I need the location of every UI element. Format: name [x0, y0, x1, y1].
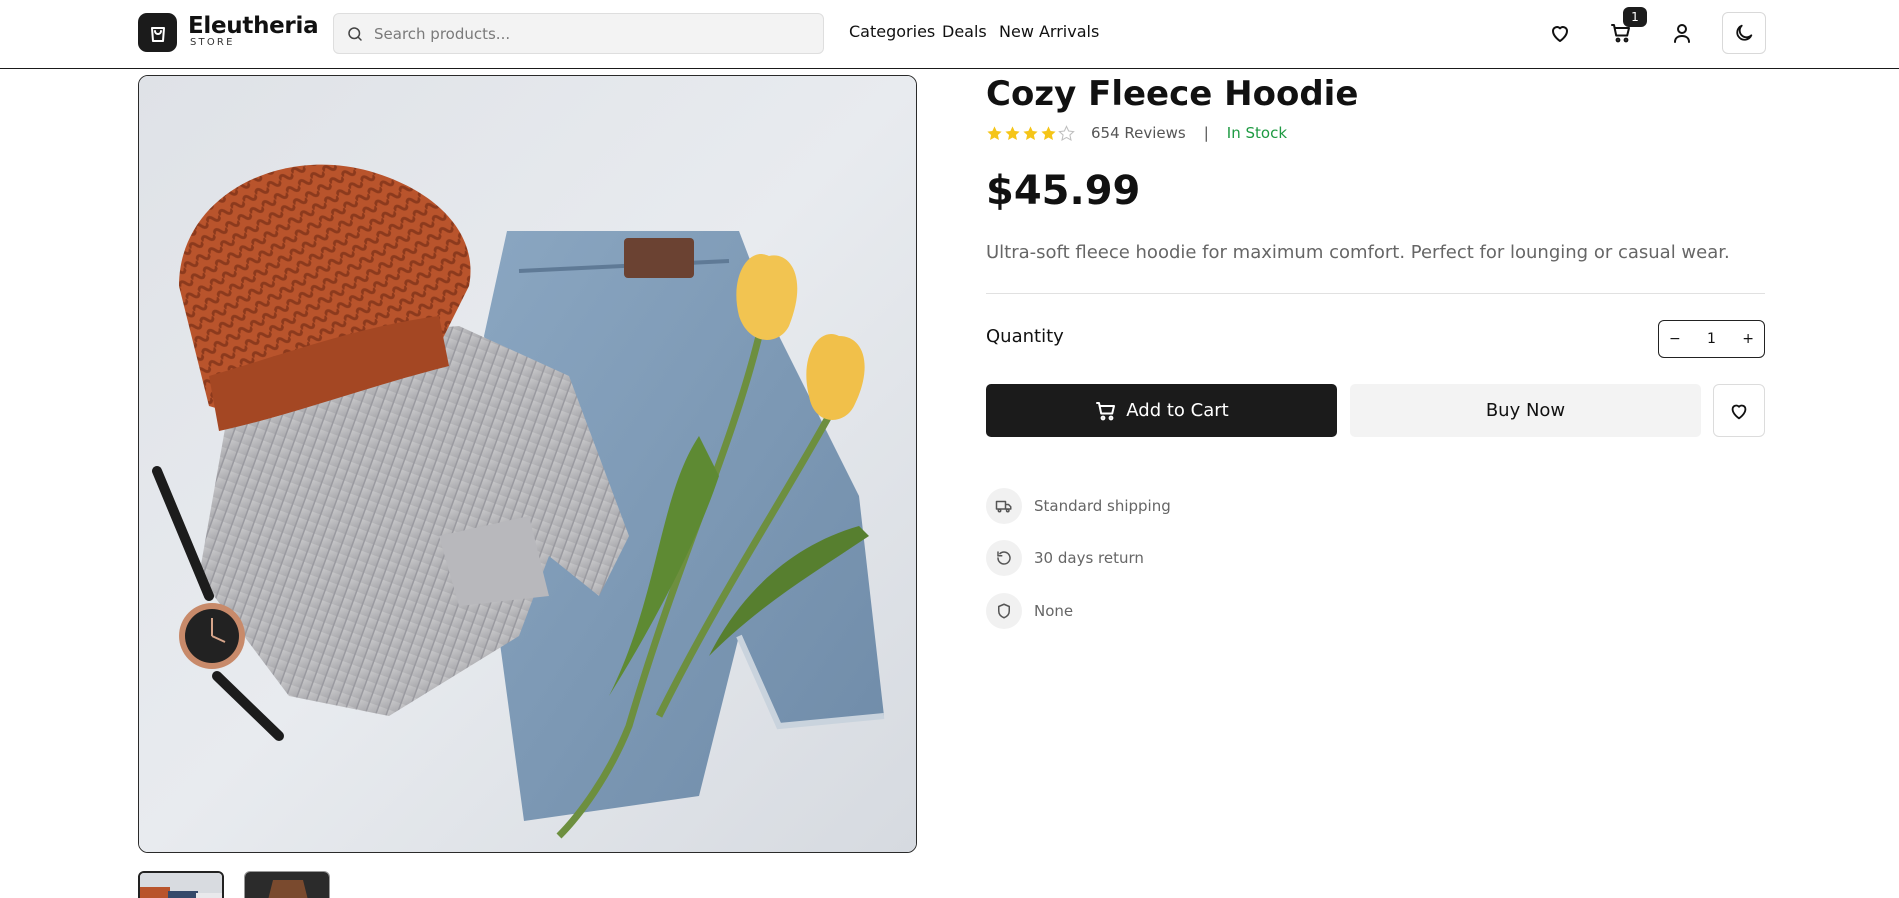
- stock-status: In Stock: [1226, 124, 1288, 142]
- product-price: $45.99: [986, 168, 1141, 214]
- quantity-stepper[interactable]: − 1 +: [1658, 320, 1765, 358]
- feature-shipping: Standard shipping: [986, 488, 1171, 524]
- buy-now-button[interactable]: Buy Now: [1350, 384, 1701, 437]
- feature-label: 30 days return: [1034, 549, 1144, 567]
- cart-count-badge: 1: [1623, 7, 1647, 27]
- brand-tagline: STORE: [190, 37, 235, 48]
- site-header: Eleutheria STORE Categories Deals New Ar…: [0, 0, 1899, 69]
- nav-categories[interactable]: Categories: [849, 21, 935, 43]
- feature-label: Standard shipping: [1034, 497, 1171, 515]
- heart-icon: [1552, 26, 1568, 42]
- heart-icon: [1731, 404, 1747, 419]
- thumbnail-1[interactable]: [138, 871, 224, 898]
- product-photo: [139, 76, 916, 852]
- feature-returns: 30 days return: [986, 540, 1144, 576]
- star-filled-icon: [987, 125, 1002, 140]
- nav-new-arrivals[interactable]: New Arrivals: [999, 21, 1099, 43]
- nav-deals[interactable]: Deals: [942, 21, 987, 43]
- return-icon: [986, 540, 1022, 576]
- star-filled-icon: [1041, 125, 1056, 140]
- product-title: Cozy Fleece Hoodie: [986, 74, 1359, 114]
- shield-icon: [986, 593, 1022, 629]
- user-icon: [1674, 24, 1690, 43]
- thumbnail-photo: [245, 872, 329, 898]
- rating-row: 654 Reviews | In Stock: [986, 122, 1287, 144]
- divider: [986, 293, 1765, 294]
- increment-button[interactable]: +: [1742, 331, 1754, 347]
- rating-separator: |: [1203, 124, 1209, 142]
- star-filled-icon: [1005, 125, 1020, 140]
- truck-icon: [986, 488, 1022, 524]
- feature-warranty: None: [986, 593, 1073, 629]
- add-to-wishlist-button[interactable]: [1713, 384, 1765, 437]
- review-count[interactable]: 654 Reviews: [1091, 124, 1186, 142]
- rating-stars: [986, 124, 1075, 142]
- brand-name[interactable]: Eleutheria: [188, 12, 319, 40]
- product-main-image[interactable]: [138, 75, 917, 853]
- decrement-button[interactable]: −: [1669, 331, 1681, 347]
- wishlist-button[interactable]: [1538, 12, 1582, 54]
- thumbnail-2[interactable]: [244, 871, 330, 898]
- star-filled-icon: [1023, 125, 1038, 140]
- account-button[interactable]: [1660, 12, 1704, 54]
- moon-icon: [1736, 24, 1753, 41]
- search-icon: [348, 26, 362, 41]
- feature-label: None: [1034, 602, 1074, 620]
- search-input[interactable]: [374, 24, 794, 43]
- product-description: Ultra-soft fleece hoodie for maximum com…: [986, 242, 1730, 263]
- search-bar[interactable]: [333, 13, 824, 54]
- bag-icon[interactable]: [138, 13, 177, 52]
- add-to-cart-label: Add to Cart: [1126, 400, 1229, 421]
- cart-icon: [1096, 401, 1116, 420]
- quantity-label: Quantity: [986, 326, 1064, 347]
- thumbnail-photo: [140, 873, 222, 898]
- star-empty-icon: [1058, 124, 1075, 141]
- theme-toggle-button[interactable]: [1722, 12, 1766, 54]
- buy-now-label: Buy Now: [1485, 400, 1566, 421]
- add-to-cart-button[interactable]: Add to Cart: [986, 384, 1337, 437]
- quantity-value: 1: [1707, 331, 1716, 347]
